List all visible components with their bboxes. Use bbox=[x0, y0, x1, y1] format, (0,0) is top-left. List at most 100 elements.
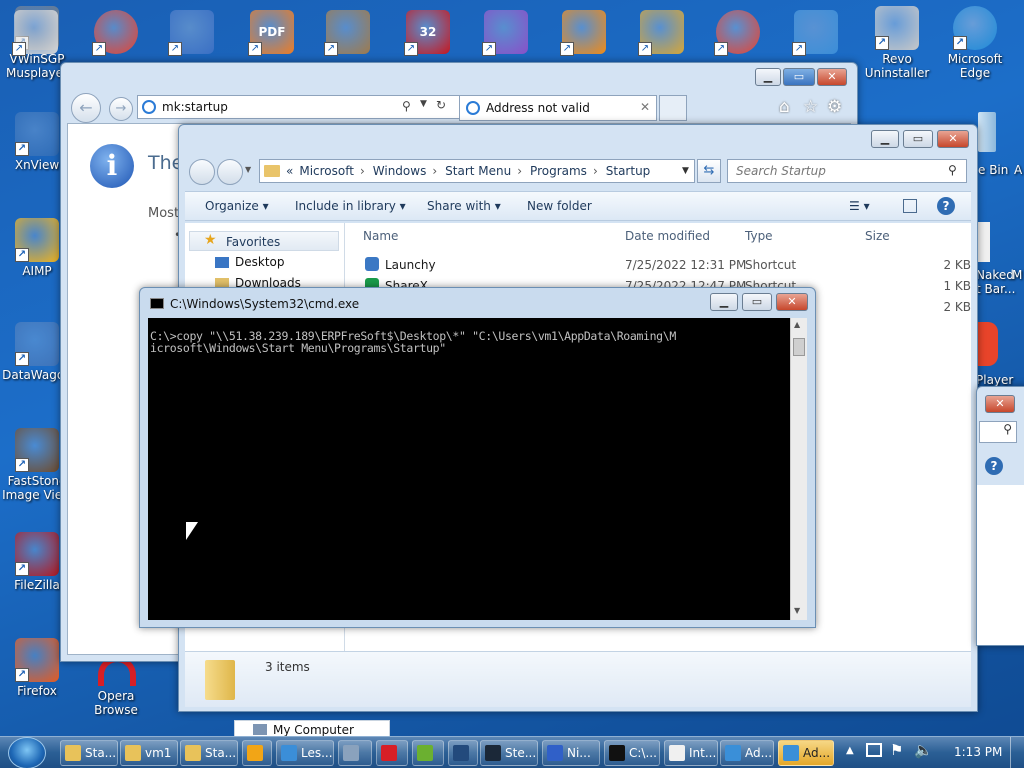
desktop-icon-right-1[interactable]: ↗ Microsoft Edge bbox=[940, 6, 1010, 80]
breadcrumb-item-3[interactable]: Start Menu bbox=[445, 164, 511, 178]
explorer-refresh-button[interactable]: ⇆ bbox=[697, 159, 721, 183]
action-center-flag-icon[interactable]: ⚑ bbox=[890, 741, 903, 759]
cmd-close-button[interactable]: ✕ bbox=[776, 293, 808, 311]
cmd-window[interactable]: C:\Windows\System32\cmd.exe ▁ ▭ ✕ C:\>co… bbox=[139, 287, 816, 628]
top-desktop-icon-5[interactable]: 32 ↗ bbox=[402, 6, 454, 58]
top-desktop-icon-7[interactable]: ↗ bbox=[558, 6, 610, 58]
preview-pane-icon[interactable] bbox=[903, 199, 917, 213]
ie-address-text[interactable]: mk:startup bbox=[162, 100, 228, 114]
top-desktop-icon-8[interactable]: ↗ bbox=[636, 6, 688, 58]
ie-close-button[interactable]: ✕ bbox=[817, 68, 847, 86]
recycle-bin-icon[interactable] bbox=[978, 112, 996, 152]
taskbar-button-9[interactable]: Ste... bbox=[480, 740, 538, 766]
home-icon[interactable]: ⌂ bbox=[779, 97, 790, 117]
top-desktop-icon-3[interactable]: PDF ↗ bbox=[246, 6, 298, 58]
taskbar-button-7[interactable] bbox=[412, 740, 444, 766]
explorer-search-box[interactable]: Search Startup ⚲ bbox=[727, 159, 967, 183]
breadcrumb-item-4[interactable]: Programs bbox=[530, 164, 587, 178]
ie-tab-address-not-valid[interactable]: Address not valid ✕ bbox=[459, 95, 657, 121]
share-with-button[interactable]: Share with ▾ bbox=[427, 199, 501, 213]
breadcrumb-item-5[interactable]: Startup bbox=[606, 164, 651, 178]
top-desktop-icon-4[interactable]: ↗ bbox=[322, 6, 374, 58]
view-options-icon[interactable]: ☰ ▾ bbox=[849, 199, 870, 213]
scroll-up-icon[interactable]: ▲ bbox=[794, 320, 800, 329]
cmd-scrollbar[interactable]: ▲ ▼ bbox=[790, 318, 807, 620]
column-header-type[interactable]: Type bbox=[745, 229, 773, 243]
explorer-breadcrumb[interactable]: « Microsoft › Windows › Start Menu › Programs › S… bbox=[259, 159, 695, 183]
favorites-star-icon[interactable]: ☆ bbox=[803, 97, 818, 117]
taskbar-button-11[interactable]: C:\... bbox=[604, 740, 660, 766]
breadcrumb-item-2[interactable]: Windows bbox=[373, 164, 427, 178]
nav-favorites[interactable]: ★ Favorites bbox=[189, 231, 339, 251]
top-desktop-icon-9[interactable]: ↗ bbox=[712, 6, 764, 58]
scroll-down-icon[interactable]: ▼ bbox=[794, 606, 800, 615]
search-icon[interactable]: ⚲ bbox=[979, 421, 1017, 443]
explorer-minimize-button[interactable]: ▁ bbox=[871, 130, 899, 148]
top-desktop-icon-2[interactable]: ↗ bbox=[166, 6, 218, 58]
breadcrumb-separator-icon[interactable]: › bbox=[517, 164, 522, 178]
taskbar-button-4[interactable]: Les... bbox=[276, 740, 334, 766]
breadcrumb-separator-icon[interactable]: › bbox=[360, 164, 365, 178]
opera-label[interactable]: Opera Browse bbox=[94, 689, 138, 717]
breadcrumb-separator-icon[interactable]: › bbox=[432, 164, 437, 178]
taskbar-button-8[interactable] bbox=[448, 740, 478, 766]
naked-bar-partial-label[interactable]: Naked t Bar... bbox=[976, 268, 1015, 296]
taskbar-button-0[interactable]: Sta... bbox=[60, 740, 118, 766]
taskbar-button-14[interactable]: Ad... bbox=[778, 740, 834, 766]
start-button[interactable] bbox=[8, 737, 46, 768]
taskbar-button-3[interactable] bbox=[242, 740, 272, 766]
taskbar-button-5[interactable] bbox=[338, 740, 372, 766]
top-desktop-icon-0[interactable]: ↗ bbox=[10, 6, 62, 58]
recent-pages-chevron-icon[interactable]: ▼ bbox=[245, 165, 251, 174]
breadcrumb-separator-icon[interactable]: › bbox=[593, 164, 598, 178]
show-hidden-icons-icon[interactable]: ▲ bbox=[846, 745, 854, 756]
new-folder-button[interactable]: New folder bbox=[527, 199, 592, 213]
cmd-maximize-button[interactable]: ▭ bbox=[742, 293, 772, 311]
desktop-icon-right-0[interactable]: ↗ Revo Uninstaller bbox=[862, 6, 932, 80]
ie-new-tab-button[interactable] bbox=[659, 95, 687, 121]
recycle-bin-partial-label[interactable]: e Bin bbox=[978, 163, 1008, 177]
column-header-size[interactable]: Size bbox=[865, 229, 890, 243]
help-icon[interactable]: ? bbox=[985, 457, 1003, 475]
ie-back-button[interactable]: ← bbox=[71, 93, 101, 123]
include-in-library-button[interactable]: Include in library ▾ bbox=[295, 199, 406, 213]
refresh-icon[interactable]: ↻ bbox=[436, 98, 446, 112]
top-desktop-icon-10[interactable]: ↗ bbox=[790, 6, 842, 58]
column-header-name[interactable]: Name bbox=[363, 229, 398, 243]
breadcrumb-item-1[interactable]: Microsoft bbox=[299, 164, 354, 178]
background-window-close-button[interactable]: ✕ bbox=[985, 395, 1015, 413]
chevron-down-icon[interactable]: ▼ bbox=[420, 99, 427, 109]
top-desktop-icon-6[interactable]: ↗ bbox=[480, 6, 532, 58]
taskbar-button-12[interactable]: Int... bbox=[664, 740, 718, 766]
cmd-console-output[interactable]: C:\>copy "\\51.38.239.189\ERPFreSoft$\De… bbox=[148, 318, 790, 620]
cmd-minimize-button[interactable]: ▁ bbox=[710, 293, 738, 311]
ie-maximize-button[interactable]: ▭ bbox=[783, 68, 815, 86]
explorer-forward-button[interactable] bbox=[217, 159, 243, 185]
help-icon[interactable]: ? bbox=[937, 197, 955, 215]
taskbar-button-2[interactable]: Sta... bbox=[180, 740, 238, 766]
taskbar-button-6[interactable] bbox=[376, 740, 408, 766]
explorer-back-button[interactable] bbox=[189, 159, 215, 185]
show-desktop-button[interactable] bbox=[1010, 737, 1024, 768]
naked-bar-icon[interactable] bbox=[976, 222, 990, 262]
top-desktop-icon-1[interactable]: ↗ bbox=[90, 6, 142, 58]
column-header-date-modified[interactable]: Date modified bbox=[625, 229, 710, 243]
clock[interactable]: 1:13 PM bbox=[954, 745, 1002, 759]
breadcrumb-dropdown-icon[interactable]: ▼ bbox=[682, 166, 689, 176]
organize-button[interactable]: Organize ▾ bbox=[205, 199, 269, 213]
network-icon[interactable] bbox=[866, 743, 882, 757]
player-partial-label[interactable]: Player bbox=[976, 373, 1013, 387]
taskbar-button-1[interactable]: vm1 bbox=[120, 740, 178, 766]
search-icon[interactable]: ⚲ bbox=[948, 163, 957, 177]
ie-forward-button[interactable]: → bbox=[109, 97, 133, 121]
search-icon[interactable]: ⚲ bbox=[402, 99, 411, 113]
ie-tab-close-icon[interactable]: ✕ bbox=[640, 100, 650, 114]
taskbar-button-13[interactable]: Ad... bbox=[720, 740, 774, 766]
ie-minimize-button[interactable]: ▁ bbox=[755, 68, 781, 86]
table-row[interactable]: Launchy 7/25/2022 12:31 PM Shortcut 2 KB bbox=[345, 255, 971, 275]
breadcrumb-item-0[interactable]: « bbox=[286, 164, 293, 178]
background-window-partial[interactable]: ✕ ⚲ ? bbox=[976, 386, 1024, 646]
volume-icon[interactable]: 🔈 bbox=[914, 741, 933, 759]
explorer-maximize-button[interactable]: ▭ bbox=[903, 130, 933, 148]
taskbar-button-10[interactable]: Ni... bbox=[542, 740, 600, 766]
